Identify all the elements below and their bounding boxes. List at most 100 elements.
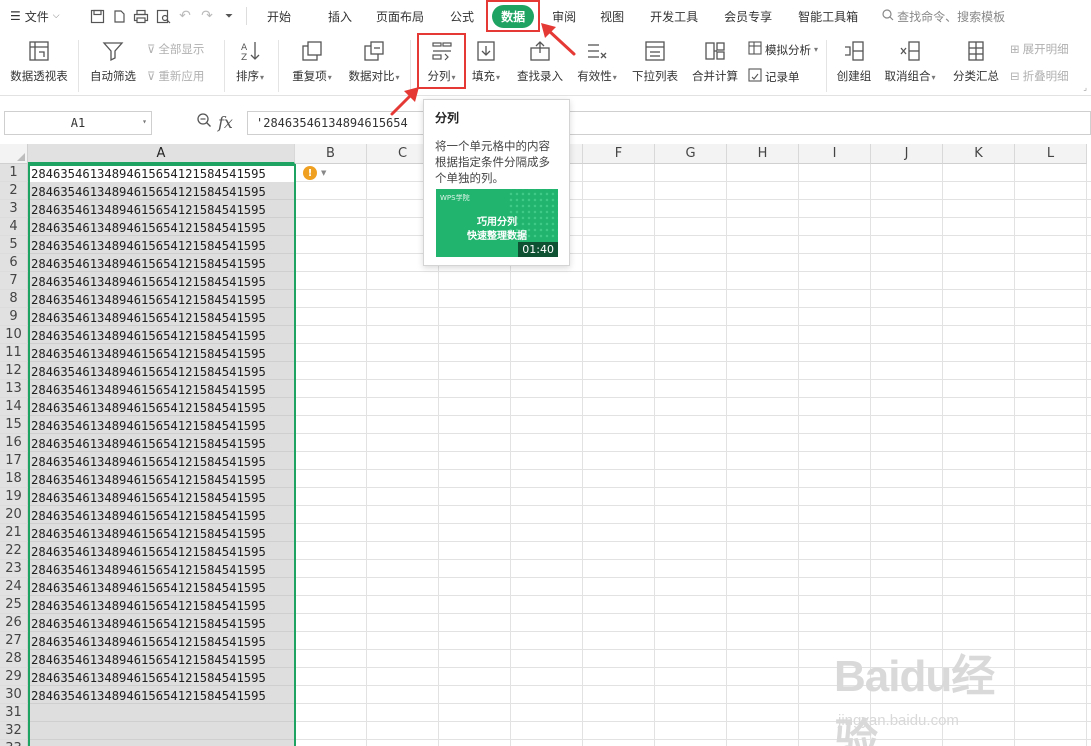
- ribbon-expand-icon[interactable]: ⌟: [1083, 83, 1087, 92]
- cell-a24[interactable]: 28463546134894615654121584541595: [31, 579, 266, 597]
- formula-input[interactable]: '28463546134894615654: [247, 111, 1091, 135]
- row-header[interactable]: 25: [0, 596, 28, 614]
- cell-a22[interactable]: 28463546134894615654121584541595: [31, 543, 266, 561]
- cell-a26[interactable]: 28463546134894615654121584541595: [31, 615, 266, 633]
- row-header[interactable]: 18: [0, 470, 28, 488]
- cell-a2[interactable]: 28463546134894615654121584541595: [31, 183, 266, 201]
- row-header[interactable]: 19: [0, 488, 28, 506]
- tab-data[interactable]: 数据: [492, 4, 535, 28]
- row-header[interactable]: 33: [0, 740, 28, 746]
- row-header[interactable]: 29: [0, 668, 28, 686]
- expand-detail-button[interactable]: ⊞ 展开明细: [1010, 41, 1069, 57]
- create-group-button[interactable]: 创建组: [833, 38, 875, 84]
- cell-a4[interactable]: 28463546134894615654121584541595: [31, 219, 266, 237]
- row-header[interactable]: 23: [0, 560, 28, 578]
- row-header[interactable]: 4: [0, 218, 28, 236]
- cell-a9[interactable]: 28463546134894615654121584541595: [31, 309, 266, 327]
- row-header[interactable]: 20: [0, 506, 28, 524]
- cell-a28[interactable]: 28463546134894615654121584541595: [31, 651, 266, 669]
- cell-a20[interactable]: 28463546134894615654121584541595: [31, 507, 266, 525]
- row-header[interactable]: 22: [0, 542, 28, 560]
- collapse-detail-button[interactable]: ⊟ 折叠明细: [1010, 68, 1069, 84]
- cell-a16[interactable]: 28463546134894615654121584541595: [31, 435, 266, 453]
- cell-a29[interactable]: 28463546134894615654121584541595: [31, 669, 266, 687]
- row-header[interactable]: 10: [0, 326, 28, 344]
- column-header-a[interactable]: A: [28, 144, 295, 164]
- tab-smart-tools[interactable]: 智能工具箱: [798, 0, 858, 32]
- cell-a11[interactable]: 28463546134894615654121584541595: [31, 345, 266, 363]
- cell-a23[interactable]: 28463546134894615654121584541595: [31, 561, 266, 579]
- cell-a5[interactable]: 28463546134894615654121584541595: [31, 237, 266, 255]
- cell-a8[interactable]: 28463546134894615654121584541595: [31, 291, 266, 309]
- row-header[interactable]: 9: [0, 308, 28, 326]
- cell-a30[interactable]: 28463546134894615654121584541595: [31, 687, 266, 705]
- row-header[interactable]: 3: [0, 200, 28, 218]
- row-header[interactable]: 2: [0, 182, 28, 200]
- row-header[interactable]: 5: [0, 236, 28, 254]
- cell-a19[interactable]: 28463546134894615654121584541595: [31, 489, 266, 507]
- cell-a3[interactable]: 28463546134894615654121584541595: [31, 201, 266, 219]
- print-preview-icon[interactable]: [152, 5, 174, 27]
- row-header[interactable]: 27: [0, 632, 28, 650]
- row-header[interactable]: 32: [0, 722, 28, 740]
- row-header[interactable]: 12: [0, 362, 28, 380]
- column-header-i[interactable]: I: [799, 144, 871, 164]
- command-search[interactable]: 查找命令、搜索模板: [882, 8, 1005, 25]
- consolidate-button[interactable]: 合并计算: [688, 38, 742, 84]
- undo-icon[interactable]: ↶: [174, 5, 196, 27]
- cell-a15[interactable]: 28463546134894615654121584541595: [31, 417, 266, 435]
- show-all-button[interactable]: ⊽ 全部显示: [147, 41, 204, 57]
- fill-button[interactable]: 填充▾: [468, 38, 504, 84]
- subtotal-button[interactable]: 分类汇总: [948, 38, 1004, 84]
- duplicates-button[interactable]: 重复项▾: [286, 38, 338, 84]
- row-header[interactable]: 1: [0, 164, 28, 182]
- data-compare-button[interactable]: 数据对比▾: [343, 38, 405, 84]
- redo-icon[interactable]: ↷: [196, 5, 218, 27]
- row-header[interactable]: 14: [0, 398, 28, 416]
- row-header[interactable]: 13: [0, 380, 28, 398]
- cell-a7[interactable]: 28463546134894615654121584541595: [31, 273, 266, 291]
- column-header-j[interactable]: J: [871, 144, 943, 164]
- row-header[interactable]: 26: [0, 614, 28, 632]
- name-box[interactable]: A1 ▾: [4, 111, 152, 135]
- cell-a10[interactable]: 28463546134894615654121584541595: [31, 327, 266, 345]
- tab-page-layout[interactable]: 页面布局: [376, 0, 424, 32]
- cell-a12[interactable]: 28463546134894615654121584541595: [31, 363, 266, 381]
- column-header-k[interactable]: K: [943, 144, 1015, 164]
- cell-a1[interactable]: 28463546134894615654121584541595: [31, 165, 266, 183]
- row-header[interactable]: 16: [0, 434, 28, 452]
- chevron-down-icon[interactable]: ▾: [142, 117, 147, 126]
- column-header-f[interactable]: F: [583, 144, 655, 164]
- row-header[interactable]: 21: [0, 524, 28, 542]
- cell-a25[interactable]: 28463546134894615654121584541595: [31, 597, 266, 615]
- column-header-b[interactable]: B: [295, 144, 367, 164]
- row-header[interactable]: 8: [0, 290, 28, 308]
- row-header[interactable]: 28: [0, 650, 28, 668]
- file-menu[interactable]: ☰ 文件 ⌵: [0, 0, 80, 32]
- row-header[interactable]: 7: [0, 272, 28, 290]
- print-icon[interactable]: [130, 5, 152, 27]
- reapply-button[interactable]: ⊽ 重新应用: [147, 68, 204, 84]
- warning-icon[interactable]: !: [303, 166, 317, 180]
- row-header[interactable]: 6: [0, 254, 28, 272]
- tab-insert[interactable]: 插入: [328, 0, 352, 32]
- column-header-h[interactable]: H: [727, 144, 799, 164]
- dropdown-list-button[interactable]: 下拉列表: [628, 38, 682, 84]
- ungroup-button[interactable]: 取消组合▾: [880, 38, 940, 84]
- select-all-corner[interactable]: [0, 144, 28, 164]
- column-header-g[interactable]: G: [655, 144, 727, 164]
- split-column-button[interactable]: 分列▾: [419, 38, 464, 84]
- cell-a27[interactable]: 28463546134894615654121584541595: [31, 633, 266, 651]
- tab-view[interactable]: 视图: [600, 0, 624, 32]
- tab-formulas[interactable]: 公式: [450, 0, 474, 32]
- row-header[interactable]: 31: [0, 704, 28, 722]
- row-header[interactable]: 24: [0, 578, 28, 596]
- tab-member[interactable]: 会员专享: [724, 0, 772, 32]
- tab-home[interactable]: 开始: [267, 0, 291, 32]
- export-pdf-icon[interactable]: [108, 5, 130, 27]
- sort-button[interactable]: AZ 排序▾: [230, 38, 270, 84]
- cell-a18[interactable]: 28463546134894615654121584541595: [31, 471, 266, 489]
- zoom-icon[interactable]: [196, 112, 212, 132]
- cell-a14[interactable]: 28463546134894615654121584541595: [31, 399, 266, 417]
- tutorial-video-thumbnail[interactable]: WPS学院 巧用分列 快速整理数据 01:40: [436, 189, 558, 257]
